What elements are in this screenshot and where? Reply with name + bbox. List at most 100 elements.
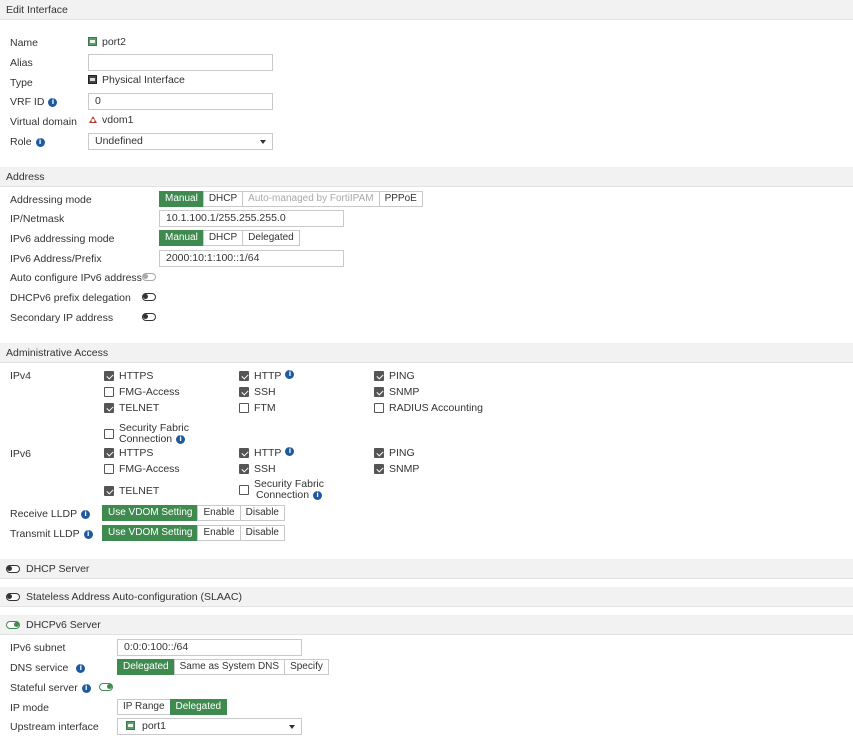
ipv6-mode-label: IPv6 addressing mode [10, 233, 115, 245]
info-icon[interactable] [35, 137, 45, 147]
type-value: Physical Interface [88, 73, 185, 87]
ipv4-label: IPv4 [10, 370, 32, 382]
ipv4-fmg-checkbox[interactable]: FMG-Access [104, 386, 180, 398]
ipv4-telnet-checkbox[interactable]: TELNET [104, 402, 159, 414]
mode-pppoe[interactable]: PPPoE [378, 191, 423, 207]
transmit-lldp-toggle[interactable]: Use VDOM Setting Enable Disable [102, 525, 285, 541]
info-icon[interactable] [48, 97, 58, 107]
dhcpv6-pd-label: DHCPv6 prefix delegation [10, 292, 131, 304]
info-icon[interactable] [81, 509, 91, 519]
auto-configure-toggle[interactable] [142, 273, 156, 281]
receive-lldp-vdom[interactable]: Use VDOM Setting [102, 505, 199, 521]
type-label: Type [10, 77, 33, 89]
info-icon[interactable] [81, 683, 91, 693]
dhcpv6-pd-toggle[interactable] [142, 293, 156, 301]
stateful-server-toggle[interactable] [99, 683, 113, 691]
ipv6-ssh-checkbox[interactable]: SSH [239, 463, 276, 475]
vrf-label: VRF ID [10, 95, 58, 109]
address-section-header: Address [0, 167, 853, 187]
ipv4-security-fabric-checkbox[interactable]: Security Fabric Connection [104, 423, 189, 445]
admin-section-header: Administrative Access [0, 343, 853, 363]
ipv6-address-input[interactable]: 2000:10:1:100::1/64 [159, 250, 344, 267]
alias-input[interactable] [88, 54, 273, 71]
dns-same-as-system[interactable]: Same as System DNS [173, 659, 286, 675]
ipv4-snmp-checkbox[interactable]: SNMP [374, 386, 419, 398]
info-icon[interactable] [285, 447, 295, 456]
ipv6-telnet-checkbox[interactable]: TELNET [104, 485, 159, 497]
ipv6-subnet-label: IPv6 subnet [10, 642, 66, 654]
ipv6-mode-toggle[interactable]: Manual DHCP Delegated [159, 230, 300, 246]
transmit-lldp-vdom[interactable]: Use VDOM Setting [102, 525, 199, 541]
mode-manual[interactable]: Manual [159, 191, 204, 207]
ipv6-http-checkbox[interactable]: HTTP [239, 447, 295, 459]
dns-specify[interactable]: Specify [284, 659, 329, 675]
ipv4-http-checkbox[interactable]: HTTP [239, 370, 295, 382]
secondary-ip-toggle[interactable] [142, 313, 156, 321]
receive-lldp-disable[interactable]: Disable [239, 505, 285, 521]
addressing-mode-toggle[interactable]: Manual DHCP Auto-managed by FortiIPAM PP… [159, 191, 423, 207]
vdom-label: Virtual domain [10, 116, 77, 128]
ipv6-label: IPv6 [10, 448, 32, 460]
transmit-lldp-disable[interactable]: Disable [239, 525, 285, 541]
page-title: Edit Interface [0, 0, 853, 20]
port-icon [126, 721, 135, 730]
secondary-ip-label: Secondary IP address [10, 312, 114, 324]
ipv4-https-checkbox[interactable]: HTTPS [104, 370, 153, 382]
ipv4-ping-checkbox[interactable]: PING [374, 370, 415, 382]
dns-delegated[interactable]: Delegated [117, 659, 175, 675]
vdom-value: vdom1 [88, 113, 134, 127]
ipv6-https-checkbox[interactable]: HTTPS [104, 447, 153, 459]
transmit-lldp-enable[interactable]: Enable [197, 525, 241, 541]
info-icon[interactable] [83, 529, 93, 539]
ip-mode-range[interactable]: IP Range [117, 699, 171, 715]
slaac-toggle[interactable] [6, 593, 20, 601]
mode-fortiipam[interactable]: Auto-managed by FortiIPAM [242, 191, 380, 207]
ip-mode-delegated[interactable]: Delegated [169, 699, 228, 715]
ipv6-mode-manual[interactable]: Manual [159, 230, 204, 246]
dhcp-server-toggle[interactable] [6, 565, 20, 573]
ipv6-mode-delegated[interactable]: Delegated [242, 230, 300, 246]
ipv4-ssh-checkbox[interactable]: SSH [239, 386, 276, 398]
dhcp-server-header: DHCP Server [0, 559, 853, 579]
vdom-icon [89, 116, 97, 123]
name-value: port2 [88, 35, 126, 49]
stateful-server-label: Stateful server [10, 681, 91, 695]
info-icon[interactable] [313, 490, 323, 500]
info-icon[interactable] [76, 663, 86, 673]
role-select[interactable]: Undefined [88, 133, 273, 150]
mode-dhcp[interactable]: DHCP [202, 191, 244, 207]
receive-lldp-toggle[interactable]: Use VDOM Setting Enable Disable [102, 505, 285, 521]
info-icon[interactable] [176, 434, 186, 444]
ipv6-ping-checkbox[interactable]: PING [374, 447, 415, 459]
upstream-interface-select[interactable]: port1 [117, 718, 302, 735]
dns-service-toggle[interactable]: Delegated Same as System DNS Specify [117, 659, 329, 675]
chevron-down-icon [260, 140, 266, 144]
transmit-lldp-label: Transmit LLDP [10, 527, 93, 541]
vrf-input[interactable]: 0 [88, 93, 273, 110]
receive-lldp-enable[interactable]: Enable [197, 505, 241, 521]
role-label: Role [10, 135, 45, 149]
dhcpv6-server-toggle[interactable] [6, 621, 20, 629]
auto-configure-label: Auto configure IPv6 address [10, 272, 142, 284]
alias-label: Alias [10, 57, 33, 69]
physical-interface-icon [88, 75, 97, 84]
ipv6-address-label: IPv6 Address/Prefix [10, 253, 102, 265]
ipv6-snmp-checkbox[interactable]: SNMP [374, 463, 419, 475]
addressing-mode-label: Addressing mode [10, 194, 92, 206]
ipv6-subnet-input[interactable]: 0:0:0:100::/64 [117, 639, 302, 656]
receive-lldp-label: Receive LLDP [10, 507, 91, 521]
netmask-input[interactable]: 10.1.100.1/255.255.255.0 [159, 210, 344, 227]
port-icon [88, 37, 97, 46]
upstream-interface-label: Upstream interface [10, 721, 99, 733]
ipv6-security-fabric-checkbox[interactable]: Security Fabric Connection [239, 479, 324, 501]
ipv6-fmg-checkbox[interactable]: FMG-Access [104, 463, 180, 475]
chevron-down-icon [289, 725, 295, 729]
dhcpv6-server-header: DHCPv6 Server [0, 615, 853, 635]
netmask-label: IP/Netmask [10, 213, 65, 225]
ipv4-radius-checkbox[interactable]: RADIUS Accounting [374, 402, 483, 414]
ipv6-mode-dhcp[interactable]: DHCP [202, 230, 244, 246]
ip-mode-toggle[interactable]: IP Range Delegated [117, 699, 228, 715]
ip-mode-label: IP mode [10, 702, 49, 714]
info-icon[interactable] [285, 370, 295, 379]
ipv4-ftm-checkbox[interactable]: FTM [239, 402, 276, 414]
